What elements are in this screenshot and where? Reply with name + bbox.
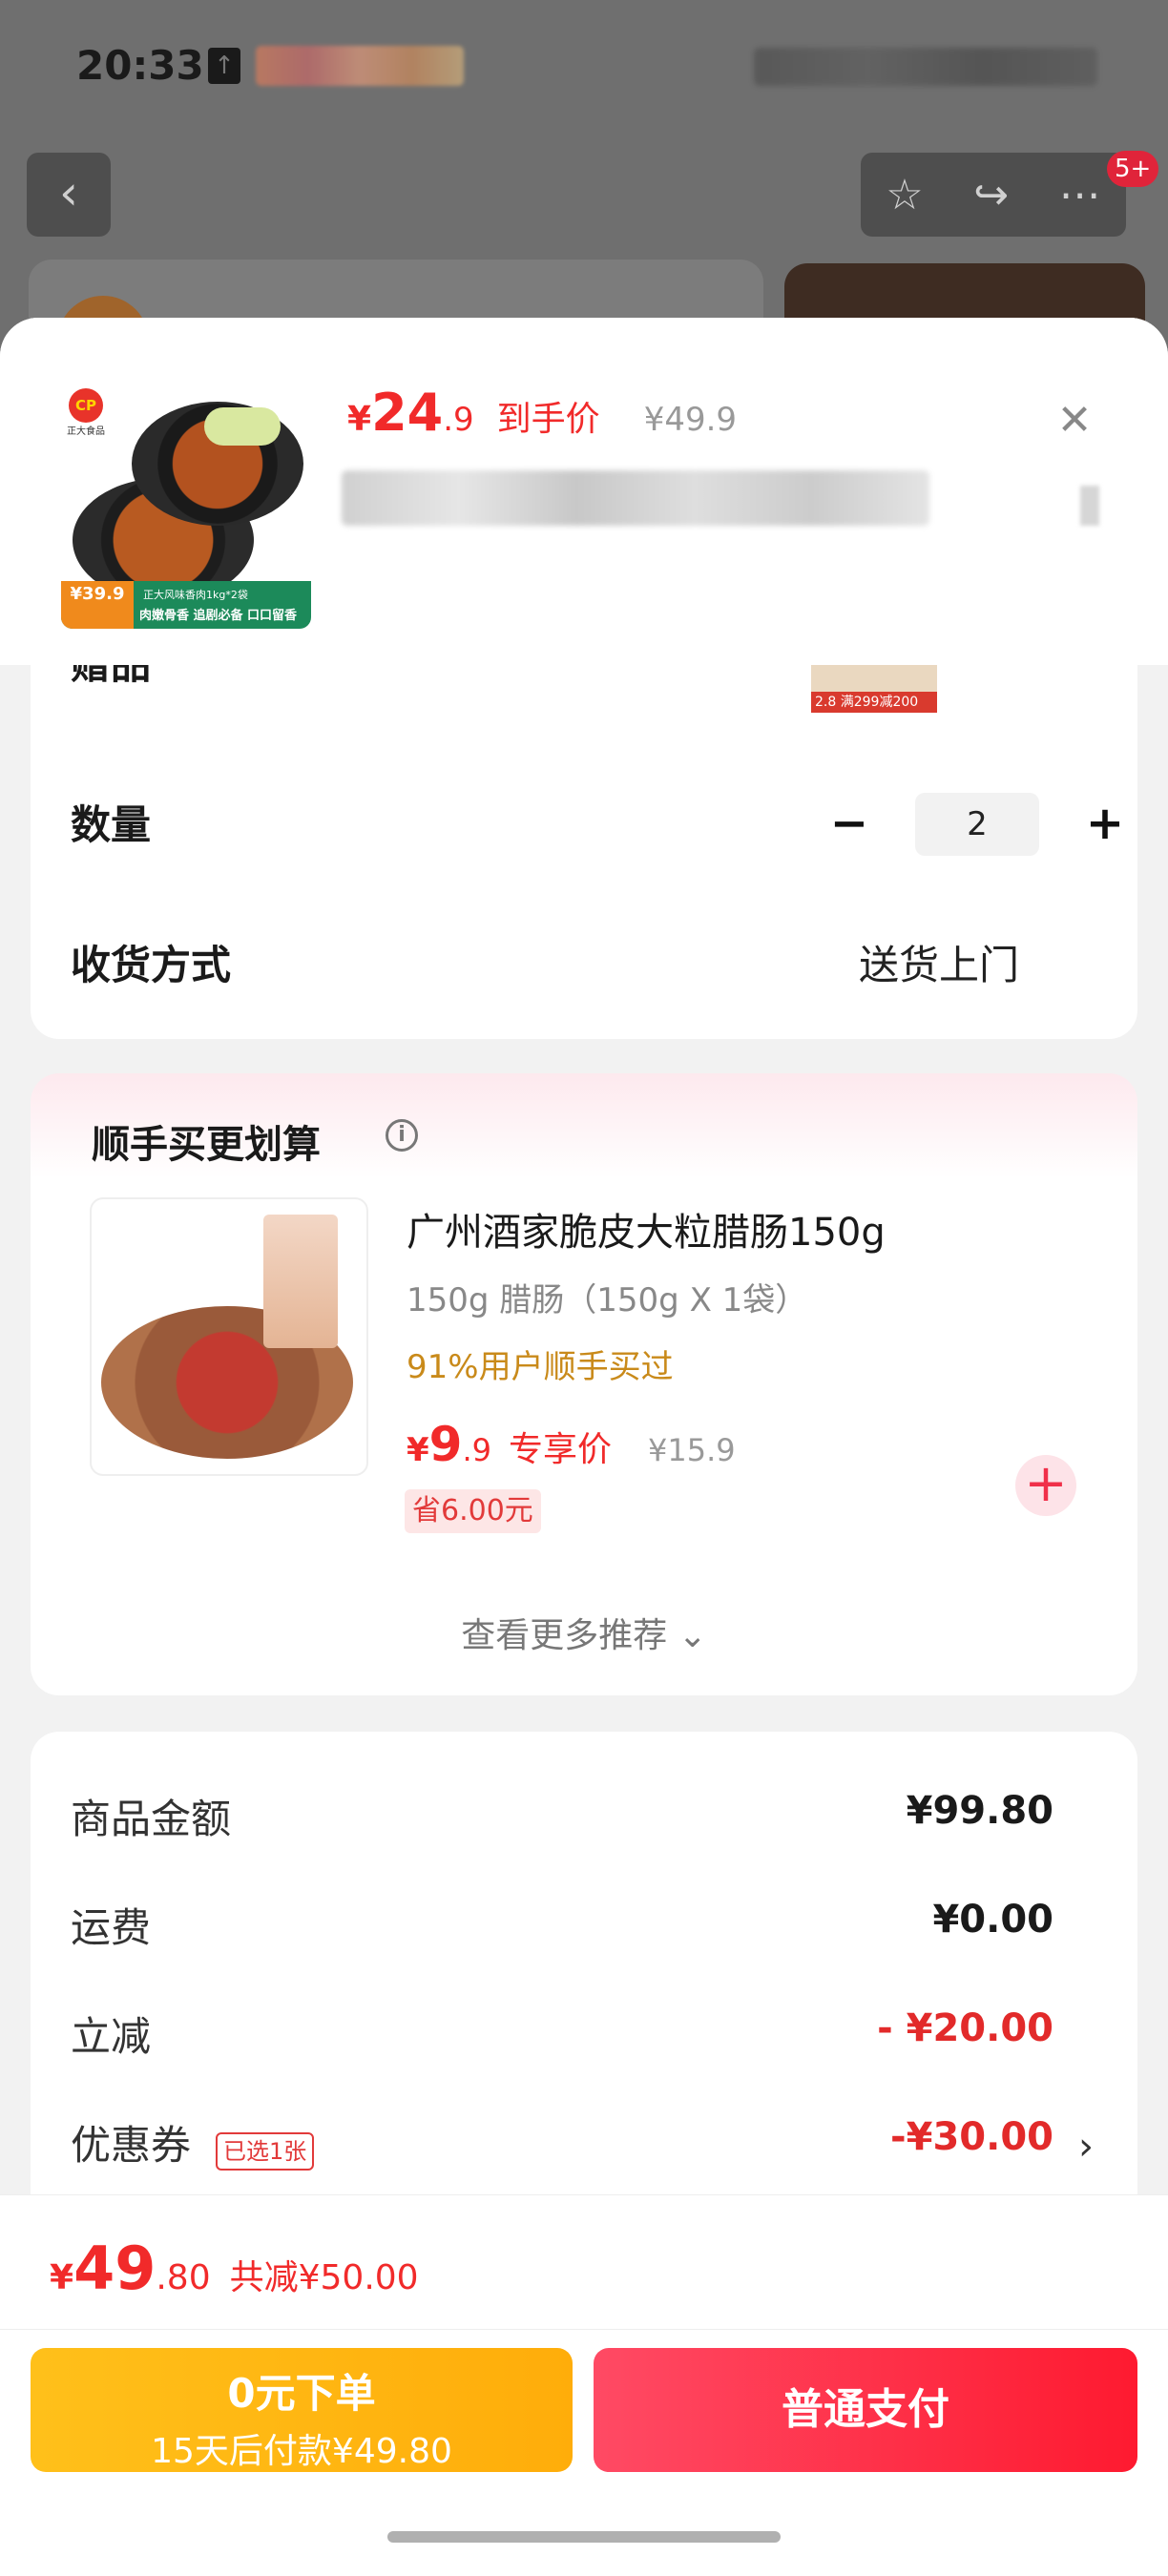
blurred-notification-icons (256, 46, 464, 86)
product-price: ¥ 24 .9 到手价 ¥49.9 (347, 383, 738, 443)
minus-button[interactable]: − (821, 796, 878, 853)
addon-social-proof: 91%用户顺手买过 (407, 1348, 674, 1386)
pay-later-title: 0元下单 (227, 2370, 376, 2417)
addon-product-spec: 150g 腊肠（150g X 1袋） (407, 1281, 808, 1319)
more-recommendations-link[interactable]: 查看更多推荐 ⌄ (31, 1608, 1137, 1657)
addon-price: ¥ 9 .9 专享价 ¥15.9 (407, 1417, 736, 1472)
blurred-product-title (342, 470, 929, 526)
close-icon[interactable]: ✕ (1046, 392, 1103, 449)
pay-later-button[interactable]: 0元下单 15天后付款¥49.80 (31, 2348, 573, 2472)
coupon-label: 优惠券 (71, 2122, 192, 2169)
total-price: ¥ 49 .80 共减¥50.00 (50, 2233, 419, 2303)
discount-value: - ¥20.00 (877, 2006, 1053, 2050)
addon-product-image[interactable] (90, 1197, 368, 1476)
add-addon-button[interactable]: + (1015, 1455, 1076, 1516)
blurred-status-icons (754, 48, 1097, 86)
quantity-stepper: − 2 + (821, 793, 1134, 856)
shipping-fee-label: 运费 (71, 1904, 152, 1951)
brand-logo: CP (69, 388, 103, 423)
subtotal-value: ¥99.80 (906, 1789, 1053, 1833)
product-image: CP 正大食品 ¥39.9 正大风味香肉1kg*2袋 肉嫩骨香 追剧必备 口口留… (61, 379, 311, 629)
save-badge: 省6.00元 (405, 1489, 541, 1533)
status-time: 20:33 (76, 42, 204, 89)
back-icon[interactable]: ‹ (27, 153, 111, 237)
pay-now-button[interactable]: 普通支付 (594, 2348, 1137, 2472)
top-actions: ☆ ↪ ⋯ (861, 153, 1126, 237)
shipping-fee-value: ¥0.00 (932, 1898, 1053, 1942)
more-icon[interactable]: ⋯ (1059, 171, 1101, 219)
checkout-bar: ¥ 49 .80 共减¥50.00 0元下单 15天后付款¥49.80 普通支付 (0, 2194, 1168, 2576)
price-label: 到手价 (496, 400, 600, 439)
addon-product-name[interactable]: 广州酒家脆皮大粒腊肠150g (407, 1201, 886, 1257)
gift-thumbnail[interactable]: 2.8 满299减200 (811, 657, 937, 713)
plus-button[interactable]: + (1076, 796, 1134, 853)
addon-original-price: ¥15.9 (648, 1432, 736, 1468)
shipping-label: 收货方式 (71, 942, 232, 988)
image-banner-line1: 正大风味香肉1kg*2袋 (143, 589, 248, 601)
total-saved: 共减¥50.00 (229, 2258, 419, 2297)
quantity-input[interactable]: 2 (915, 793, 1039, 856)
addon-card: 顺手买更划算 i 广州酒家脆皮大粒腊肠150g 150g 腊肠（150g X 1… (31, 1073, 1137, 1695)
coupon-selected-tag[interactable]: 已选1张 (216, 2132, 315, 2171)
chevron-right-icon[interactable]: › (1078, 2125, 1094, 2169)
sheet-header: CP 正大食品 ¥39.9 正大风味香肉1kg*2袋 肉嫩骨香 追剧必备 口口留… (0, 318, 1168, 665)
discount-label: 立减 (71, 2013, 152, 2060)
divider (0, 2329, 1168, 2330)
shipping-method[interactable]: 送货上门 (859, 933, 1019, 991)
image-price-badge: ¥39.9 (61, 581, 134, 629)
info-icon[interactable]: i (386, 1119, 418, 1152)
share-icon[interactable]: ↪ (973, 171, 1009, 219)
addon-price-label: 专享价 (509, 1430, 613, 1469)
upload-icon: ↑ (208, 48, 240, 84)
pay-later-subtitle: 15天后付款¥49.80 (151, 2432, 452, 2471)
brand-text: 正大食品 (67, 426, 105, 437)
image-banner-line2: 肉嫩骨香 追剧必备 口口留香 (139, 609, 298, 623)
original-price: ¥49.9 (643, 401, 738, 439)
subtotal-label: 商品金额 (71, 1796, 232, 1842)
more-badge: 5+ (1107, 151, 1159, 187)
home-indicator[interactable] (387, 2531, 781, 2543)
addon-title: 顺手买更划算 (92, 1123, 321, 1167)
star-icon[interactable]: ☆ (886, 171, 923, 219)
quantity-label: 数量 (71, 801, 152, 848)
price-summary-card: 商品金额 ¥99.80 运费 ¥0.00 立减 - ¥20.00 优惠券 已选1… (31, 1732, 1137, 2228)
coupon-value[interactable]: -¥30.00 (890, 2115, 1053, 2159)
